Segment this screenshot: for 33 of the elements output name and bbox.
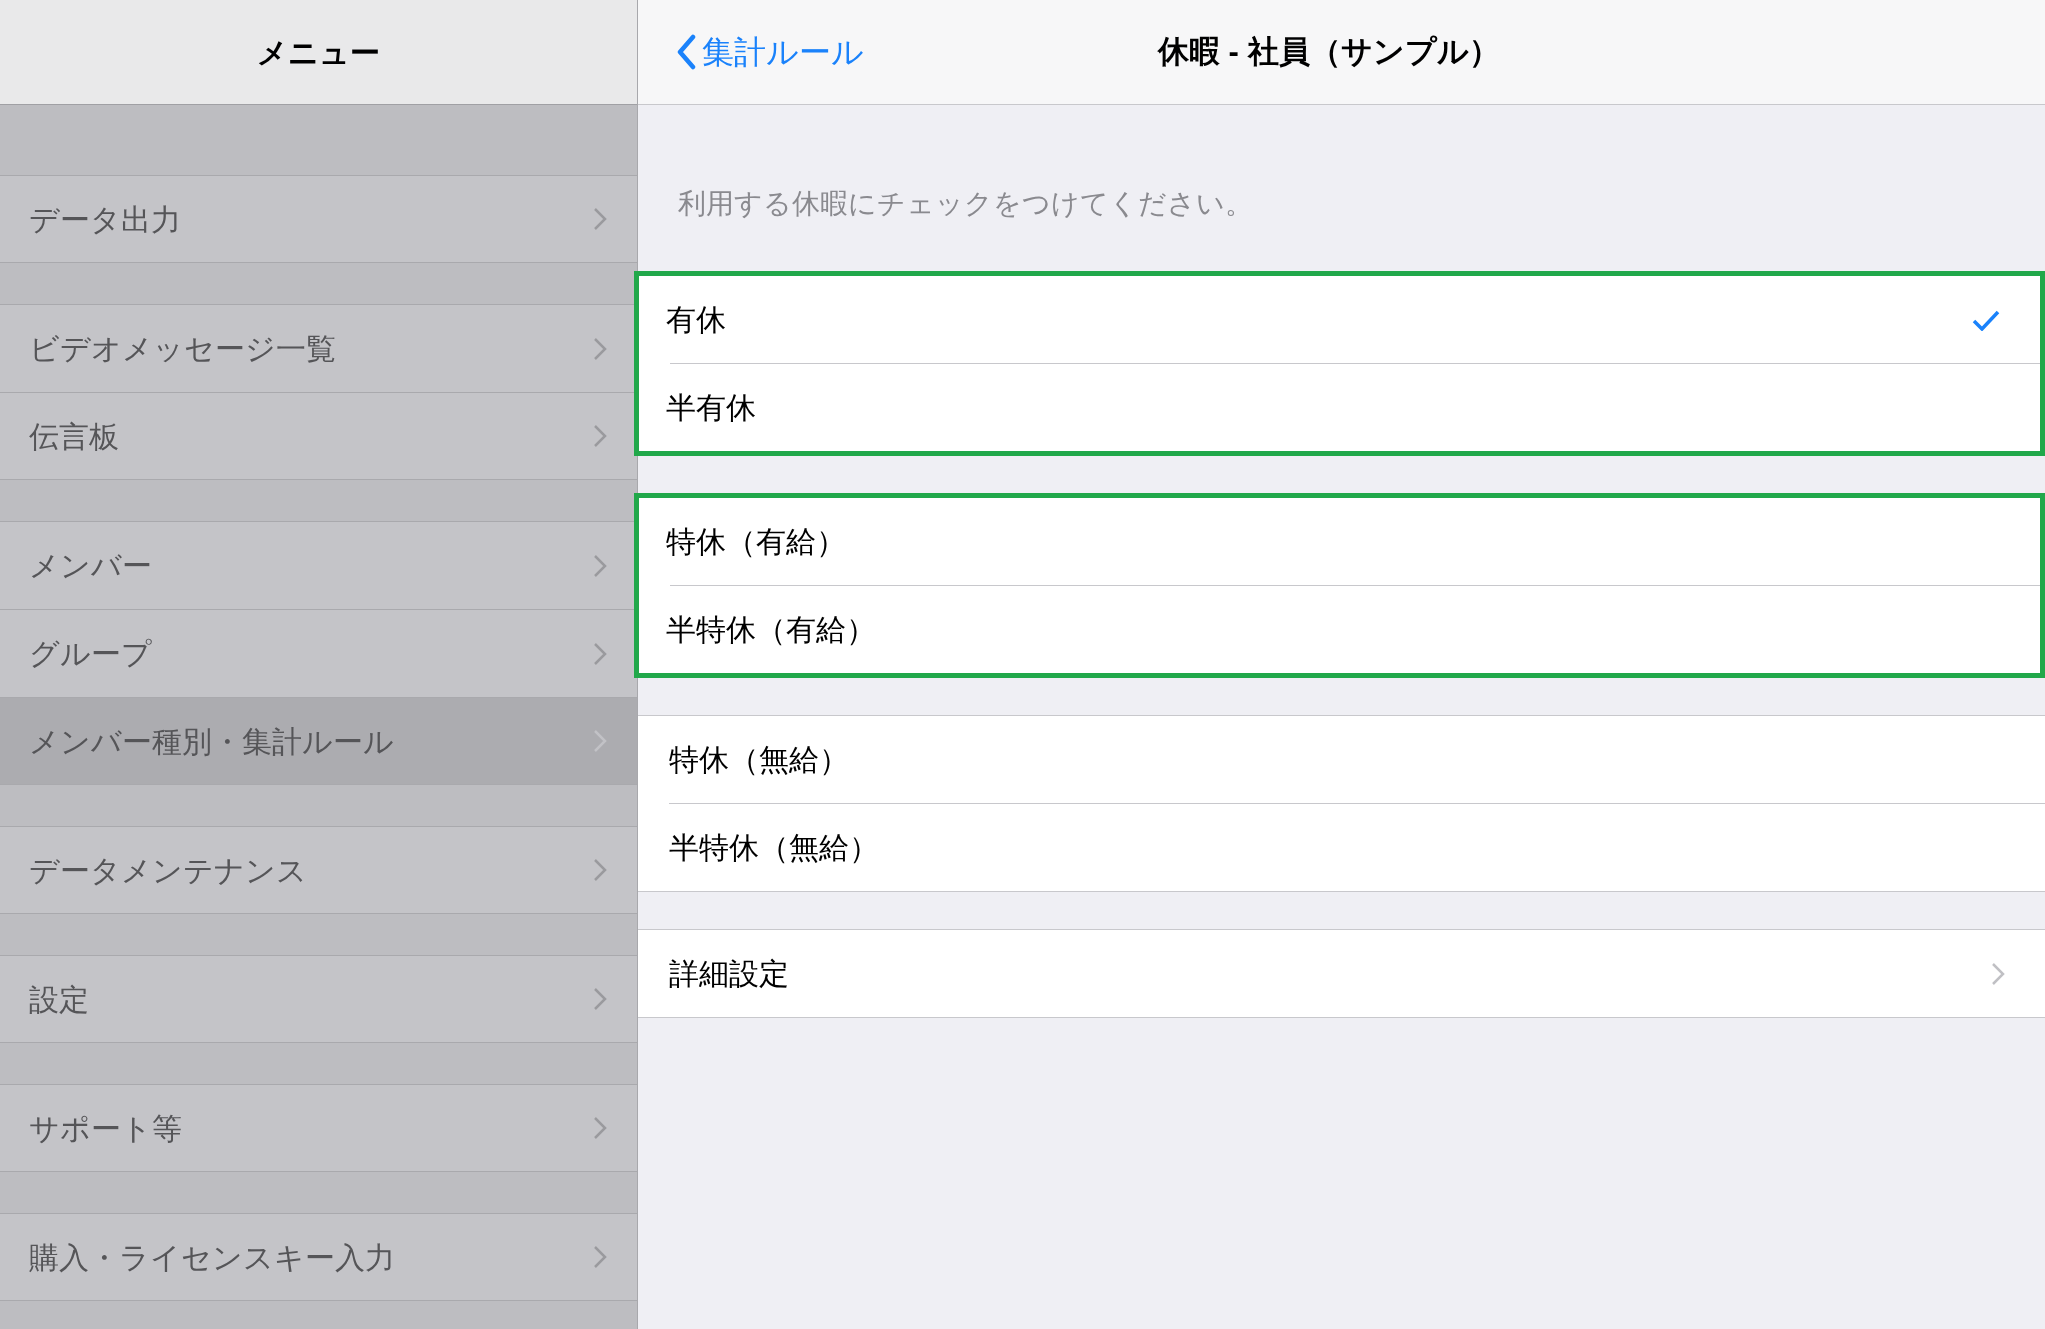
menu-item[interactable]: メンバー: [0, 521, 637, 609]
list-row[interactable]: 詳細設定: [638, 930, 2045, 1017]
menu-item[interactable]: サポート等: [0, 1084, 637, 1172]
list-row[interactable]: 特休（無給）: [638, 716, 2045, 803]
chevron-right-icon: [593, 424, 607, 448]
menu-item[interactable]: 購入・ライセンスキー入力: [0, 1213, 637, 1301]
back-chevron-icon: [676, 34, 696, 70]
list-row[interactable]: 半特休（無給）: [638, 804, 2045, 891]
list-row[interactable]: 半特休（有給）: [639, 586, 2040, 673]
chevron-right-icon: [593, 987, 607, 1011]
menu-item[interactable]: 設定: [0, 955, 637, 1043]
menu-item[interactable]: ビデオメッセージ一覧: [0, 304, 637, 392]
menu-item[interactable]: データメンテナンス: [0, 826, 637, 914]
list-row[interactable]: 半有休: [639, 364, 2040, 451]
chevron-right-icon: [593, 641, 607, 666]
list-row[interactable]: 有休: [639, 276, 2040, 363]
chevron-right-icon: [593, 1245, 607, 1269]
back-button[interactable]: 集計ルール: [638, 28, 864, 76]
chevron-right-icon: [593, 553, 607, 578]
menu-item[interactable]: 伝言板: [0, 392, 637, 480]
menu-item[interactable]: メンバー種別・集計ルール: [0, 697, 637, 785]
chevron-right-icon: [593, 1116, 607, 1140]
list-row[interactable]: 特休（有給）: [639, 498, 2040, 585]
chevron-right-icon: [1991, 961, 2005, 986]
checkmark-icon: [1972, 308, 2000, 331]
menu-item[interactable]: データ出力: [0, 175, 637, 263]
instruction-text: 利用する休暇にチェックをつけてください。: [678, 187, 1253, 221]
menu-item[interactable]: グループ: [0, 609, 637, 697]
page-title: 休暇 - 社員（サンプル）: [1158, 32, 1500, 71]
sidebar-title: メニュー: [257, 34, 380, 71]
chevron-right-icon: [593, 336, 607, 361]
chevron-right-icon: [593, 207, 607, 231]
chevron-right-icon: [593, 858, 607, 882]
